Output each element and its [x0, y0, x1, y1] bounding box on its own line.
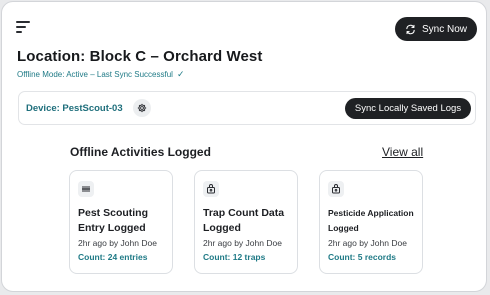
sync-status: Offline Mode: Active – Last Sync Success… [17, 69, 184, 80]
activity-card[interactable]: Pesticide Application Logged 2hr ago by … [319, 170, 423, 274]
activity-title: Pesticide Application Logged [328, 208, 414, 233]
sync-now-label: Sync Now [421, 23, 467, 35]
menu-icon[interactable] [16, 19, 34, 33]
sync-icon [406, 24, 415, 34]
activity-meta: 2hr ago by John Doe [78, 238, 157, 248]
activity-title: Pest Scouting Entry Logged [78, 207, 149, 234]
sync-now-button[interactable]: Sync Now [395, 17, 477, 41]
device-label: Device: PestScout-03 [26, 103, 123, 114]
pesticide-icon [328, 181, 344, 197]
activity-meta: 2hr ago by John Doe [203, 238, 282, 248]
activity-count: Count: 12 traps [203, 252, 266, 262]
check-icon: ✓ [176, 69, 185, 79]
activity-card[interactable]: Trap Count Data Logged 2hr ago by John D… [194, 170, 298, 274]
activity-card[interactable]: Pest Scouting Entry Logged 2hr ago by Jo… [69, 170, 173, 274]
activity-title: Trap Count Data Logged [203, 207, 285, 234]
page-title: Location: Block C – Orchard West [17, 48, 263, 65]
trap-icon [203, 181, 219, 197]
activity-meta: 2hr ago by John Doe [328, 238, 407, 248]
activity-count: Count: 24 entries [78, 252, 148, 262]
sync-saved-logs-button[interactable]: Sync Locally Saved Logs [345, 98, 471, 119]
device-bar: Device: PestScout-03 Sync Locally Saved … [18, 91, 476, 125]
activity-count: Count: 5 records [328, 252, 397, 262]
view-all-link[interactable]: View all [382, 145, 423, 159]
scouting-icon [78, 181, 94, 197]
gear-icon[interactable] [133, 99, 151, 117]
sync-status-text: Offline Mode: Active – Last Sync Success… [17, 70, 173, 79]
activities-title: Offline Activities Logged [70, 145, 211, 159]
app-panel: Sync Now Location: Block C – Orchard Wes… [1, 1, 487, 292]
